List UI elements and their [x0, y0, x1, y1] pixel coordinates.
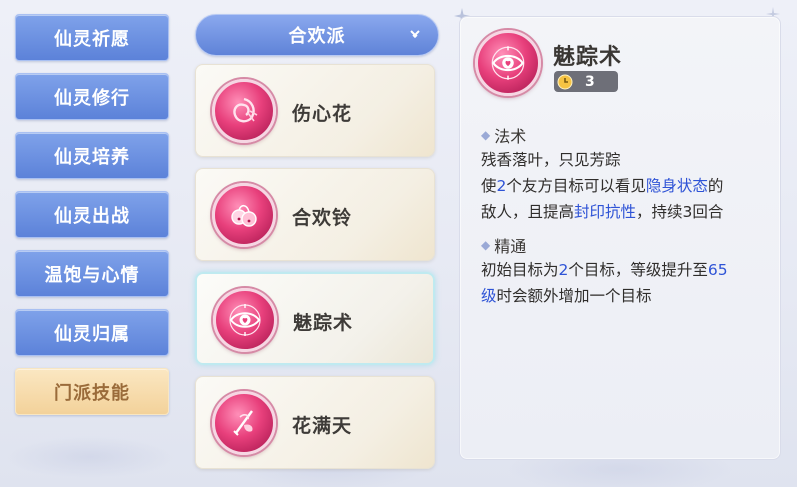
skill-card-huamantian[interactable]: 花满天 [195, 376, 435, 469]
skill-detail-panel: 魅踪术 3 ◆ 法术 残香落叶，只见芳踪 使2个友方目标可以看见隐身状态的 敌人… [459, 16, 781, 460]
nav-item-cultivate[interactable]: 仙灵培养 [15, 132, 169, 179]
nav-item-label: 仙灵祈愿 [54, 28, 130, 50]
nav-item-label: 仙灵归属 [54, 323, 130, 345]
nav-item-train[interactable]: 仙灵修行 [15, 73, 169, 120]
description-line: 残香落叶，只见芳踪 [481, 151, 621, 169]
eye-heart-icon [475, 30, 541, 96]
chevron-down-icon [408, 27, 422, 41]
skill-name: 伤心花 [292, 103, 353, 125]
sect-dropdown-label: 合欢派 [288, 26, 346, 47]
skill-detail-title: 魅踪术 [553, 45, 623, 70]
nav-item-label: 仙灵出战 [54, 205, 130, 227]
highlight-value: 级 [481, 287, 497, 305]
nav-item-wish[interactable]: 仙灵祈愿 [15, 14, 169, 61]
description-line: 使2个友方目标可以看见隐身状态的 [481, 177, 724, 195]
nav-item-battle[interactable]: 仙灵出战 [15, 191, 169, 238]
nav-item-label: 门派技能 [54, 382, 130, 404]
clock-icon [557, 74, 573, 89]
nav-item-label: 仙灵培养 [54, 146, 130, 168]
skill-card-hehuanling[interactable]: 合欢铃 [195, 168, 435, 261]
diamond-bullet-icon: ◆ [481, 238, 491, 252]
sect-dropdown[interactable]: 合欢派 [195, 14, 439, 56]
nav-item-mood[interactable]: 温饱与心情 [15, 250, 169, 297]
skill-list: 伤心花 合欢铃 魅踪术 花满天 [195, 64, 441, 480]
section-title-label: 法术 [494, 127, 527, 146]
section-title-spell: ◆ 法术 [481, 123, 781, 147]
description-line: 级时会额外增加一个目标 [481, 287, 652, 305]
nav-item-sect-skills[interactable]: 门派技能 [15, 368, 169, 415]
nav-item-label: 温饱与心情 [44, 264, 140, 286]
description-line: 敌人，且提高封印抗性，持续3回合 [481, 203, 724, 221]
skill-list-column: 合欢派 伤心花 合欢铃 魅踪术 花满天 [195, 14, 441, 487]
broken-flower-icon [212, 79, 276, 143]
skill-name: 魅踪术 [293, 312, 354, 334]
flower-sword-icon [212, 391, 276, 455]
nav-item-belonging[interactable]: 仙灵归属 [15, 309, 169, 356]
eye-heart-icon [213, 288, 277, 352]
skill-card-shangxinhua[interactable]: 伤心花 [195, 64, 435, 157]
description-line: 初始目标为2个目标，等级提升至65 [481, 261, 728, 279]
highlight-keyword[interactable]: 隐身状态 [646, 177, 708, 195]
highlight-value: 65 [707, 261, 728, 279]
cooldown-value: 3 [585, 73, 595, 90]
section-title-label: 精通 [494, 237, 527, 256]
section-title-mastery: ◆ 精通 [481, 233, 781, 257]
highlight-value: 2 [558, 261, 569, 279]
skill-name: 合欢铃 [292, 207, 353, 229]
highlight-keyword[interactable]: 封印抗性 [574, 203, 636, 221]
skill-description: ◆ 法术 残香落叶，只见芳踪 使2个友方目标可以看见隐身状态的 敌人，且提高封印… [481, 123, 781, 309]
diamond-bullet-icon: ◆ [481, 128, 491, 142]
nav-item-label: 仙灵修行 [54, 87, 130, 109]
cooldown-badge: 3 [554, 71, 618, 92]
left-nav: 仙灵祈愿 仙灵修行 仙灵培养 仙灵出战 温饱与心情 仙灵归属 门派技能 [15, 14, 169, 427]
bell-icon [212, 183, 276, 247]
skill-card-meizongshu[interactable]: 魅踪术 [195, 272, 435, 365]
skill-name: 花满天 [292, 415, 353, 437]
highlight-value: 2 [496, 177, 507, 195]
